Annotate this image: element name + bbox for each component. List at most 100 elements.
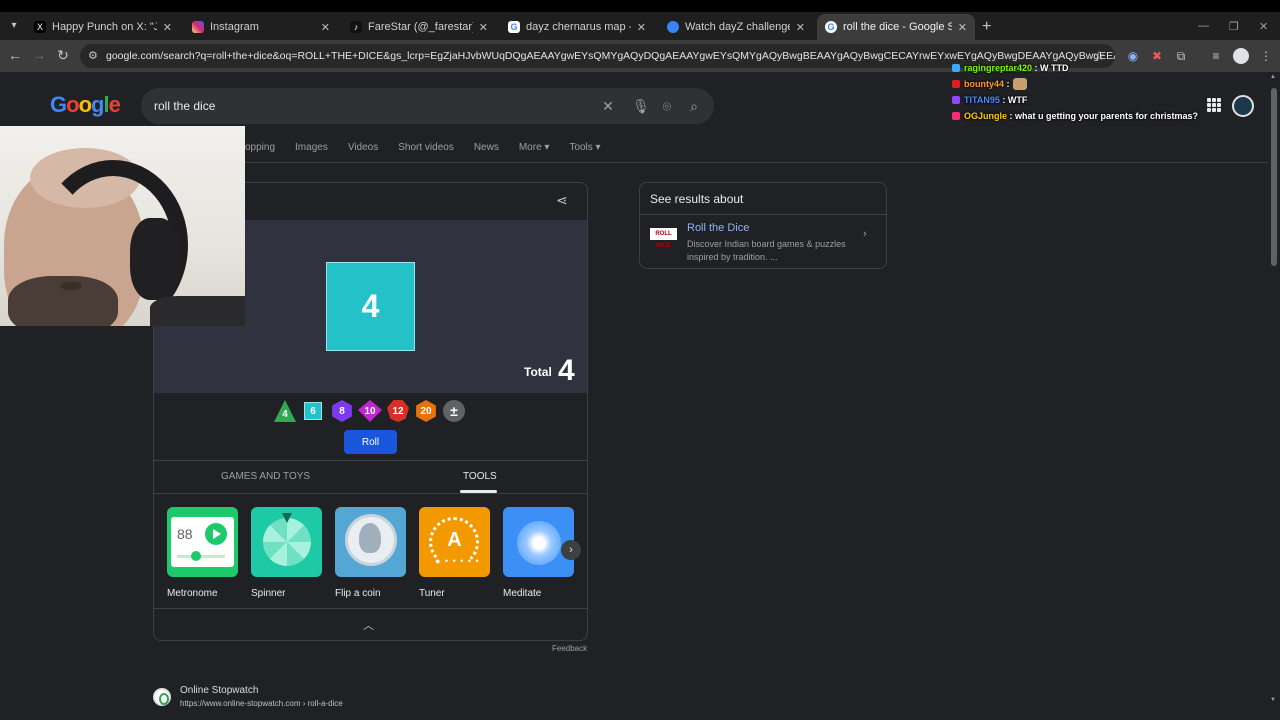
- spinner-wheel-icon: [251, 507, 322, 577]
- chat-username: bounty44: [964, 79, 1005, 89]
- chevron-right-icon[interactable]: ›: [863, 228, 867, 240]
- tuner-icon: A ● • • • • •: [419, 507, 490, 577]
- coin-icon: [335, 507, 406, 577]
- close-tab-icon[interactable]: ✕: [952, 21, 967, 34]
- media-control-icon[interactable]: ≡: [1208, 48, 1224, 64]
- minimize-icon[interactable]: —: [1198, 20, 1209, 32]
- lens-camera-icon[interactable]: ⌾: [658, 97, 676, 115]
- feedback-link[interactable]: Feedback: [552, 644, 587, 653]
- tiktok-icon: ♪: [350, 21, 362, 33]
- chat-badge-icon: [952, 80, 960, 88]
- tab-stream[interactable]: Watch dayZ challenge | Stream ✕: [659, 14, 813, 40]
- tab-more[interactable]: More ▾: [519, 142, 550, 153]
- forward-icon[interactable]: →: [30, 47, 48, 63]
- tab-images[interactable]: Images: [295, 142, 328, 153]
- webcam-overlay: [0, 126, 245, 326]
- result-site-name[interactable]: Online Stopwatch: [180, 685, 258, 696]
- tab-games-and-toys[interactable]: GAMES AND TOYS: [221, 471, 310, 482]
- profile-avatar-icon[interactable]: [1233, 48, 1249, 64]
- search-box[interactable]: roll the dice ✕ 🎙 ⌾ ⌕: [141, 88, 714, 124]
- tab-dayz-map[interactable]: G dayz chernarus map - Google S ✕: [500, 14, 654, 40]
- stream-icon: [667, 21, 679, 33]
- google-logo[interactable]: Google: [50, 92, 121, 118]
- entity-thumbnail: ROLL DICE: [650, 228, 677, 249]
- rolled-die[interactable]: 4: [326, 262, 415, 351]
- tab-short-videos[interactable]: Short videos: [398, 142, 454, 153]
- google-icon: G: [508, 21, 520, 33]
- entity-link[interactable]: Roll the Dice: [687, 222, 749, 234]
- chat-text: WTF: [1007, 95, 1028, 105]
- card-divider: [154, 493, 587, 494]
- chevron-right-icon[interactable]: ›: [561, 540, 581, 560]
- chat-badge-icon: [952, 64, 960, 72]
- total-label: Total: [524, 365, 552, 379]
- tab-videos[interactable]: Videos: [348, 142, 378, 153]
- chat-badge-icon: [952, 96, 960, 104]
- stream-chat-overlay: ragingreptar420 : W TTD bounty44 : TITAN…: [952, 60, 1198, 124]
- share-icon[interactable]: ⋖: [556, 192, 568, 209]
- chat-message: TITAN95 : WTF: [952, 92, 1198, 108]
- microphone-icon[interactable]: 🎙: [632, 97, 650, 115]
- tab-news[interactable]: News: [474, 142, 499, 153]
- chat-badge-icon: [952, 112, 960, 120]
- tab-instagram[interactable]: Instagram ✕: [184, 14, 338, 40]
- google-icon: G: [825, 21, 837, 33]
- tab-x-post[interactable]: X Happy Punch on X: "Jake Paul w ✕: [26, 14, 180, 40]
- back-icon[interactable]: ←: [6, 47, 24, 63]
- close-tab-icon[interactable]: ✕: [315, 21, 330, 34]
- scroll-down-arrow-icon[interactable]: ▼: [1270, 697, 1276, 703]
- close-window-icon[interactable]: ✕: [1259, 20, 1268, 33]
- chat-username: TITAN95: [964, 95, 1000, 105]
- metronome-icon: 88: [167, 507, 238, 577]
- scroll-up-arrow-icon[interactable]: ▲: [1270, 74, 1276, 80]
- tool-flip-a-coin[interactable]: Flip a coin: [335, 507, 406, 599]
- x-logo-icon: X: [34, 21, 46, 33]
- close-tab-icon[interactable]: ✕: [157, 21, 172, 34]
- instagram-icon: [192, 21, 204, 33]
- panel-divider: [640, 214, 886, 215]
- tool-tuner[interactable]: A ● • • • • • Tuner: [419, 507, 490, 599]
- d6-button[interactable]: 6: [304, 402, 322, 420]
- tab-strip: ▾ X Happy Punch on X: "Jake Paul w ✕ Ins…: [0, 0, 1280, 40]
- account-avatar[interactable]: [1232, 95, 1254, 117]
- close-tab-icon[interactable]: ✕: [790, 21, 805, 34]
- card-divider: [154, 460, 587, 461]
- chat-username: ragingreptar420: [964, 63, 1033, 73]
- chat-text: what u getting your parents for christma…: [1015, 111, 1199, 121]
- site-favicon: [153, 688, 171, 706]
- tab-search-icon[interactable]: ▾: [6, 18, 22, 34]
- search-icon[interactable]: ⌕: [685, 97, 703, 115]
- tab-roll-the-dice[interactable]: G roll the dice - Google Search ✕: [817, 14, 975, 40]
- tab-tools-subtab[interactable]: TOOLS: [463, 471, 497, 482]
- chat-text: W TTD: [1040, 63, 1069, 73]
- apps-grid-icon[interactable]: [1207, 98, 1221, 112]
- panel-title: See results about: [650, 192, 744, 206]
- close-tab-icon[interactable]: ✕: [631, 21, 646, 34]
- modifier-button[interactable]: ±: [443, 400, 465, 422]
- tool-metronome[interactable]: 88 Metronome: [167, 507, 238, 599]
- roll-button[interactable]: Roll: [344, 430, 397, 454]
- scrollbar-thumb[interactable]: [1271, 88, 1277, 266]
- chat-message: bounty44 :: [952, 76, 1198, 92]
- restore-icon[interactable]: ❐: [1229, 20, 1239, 33]
- tab-tools[interactable]: Tools ▾: [569, 142, 600, 153]
- chat-message: ragingreptar420 : W TTD: [952, 60, 1198, 76]
- chat-username: OGJungle: [964, 111, 1008, 121]
- search-input[interactable]: roll the dice: [154, 99, 215, 113]
- new-tab-icon[interactable]: +: [982, 18, 991, 36]
- entity-description: Discover Indian board games & puzzles in…: [687, 239, 846, 262]
- total-value: 4: [558, 354, 575, 387]
- chat-message: OGJungle : what u getting your parents f…: [952, 108, 1198, 124]
- card-divider: [154, 608, 587, 609]
- browser-menu-icon[interactable]: ⋮: [1258, 48, 1274, 64]
- tool-spinner[interactable]: Spinner: [251, 507, 322, 599]
- chevron-up-icon[interactable]: ︿: [363, 617, 374, 633]
- site-info-icon[interactable]: ⚙: [88, 49, 98, 62]
- result-url[interactable]: https://www.online-stopwatch.com › roll-…: [180, 699, 343, 708]
- tab-tiktok[interactable]: ♪ FareStar (@_farestar) | TikTok ✕: [342, 14, 496, 40]
- reload-icon[interactable]: ↻: [54, 47, 72, 64]
- close-tab-icon[interactable]: ✕: [473, 21, 488, 34]
- clear-search-icon[interactable]: ✕: [599, 97, 617, 115]
- tab-shopping[interactable]: opping: [245, 142, 275, 153]
- search-nav-tabs: opping Images Videos Short videos News M…: [245, 142, 621, 153]
